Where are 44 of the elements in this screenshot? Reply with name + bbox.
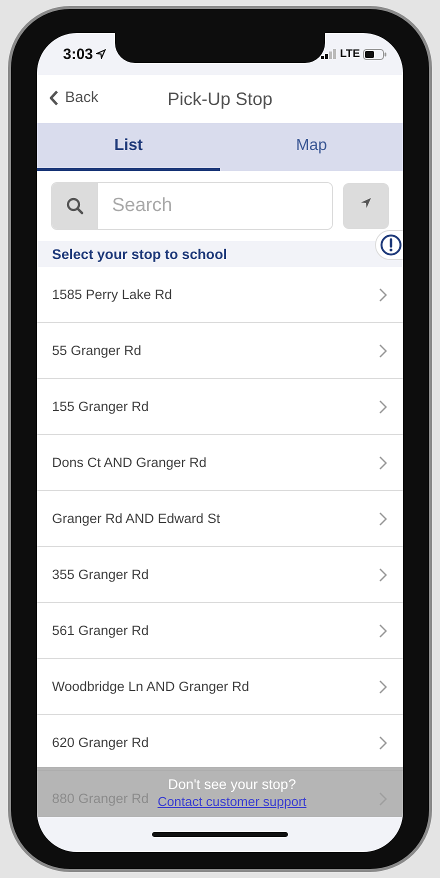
chevron-right-icon bbox=[379, 288, 387, 302]
battery-icon bbox=[363, 48, 387, 60]
chevron-right-icon bbox=[379, 568, 387, 582]
stop-row[interactable]: 155 Granger Rd bbox=[37, 379, 403, 435]
alert-button[interactable] bbox=[375, 230, 403, 260]
back-button[interactable]: Back bbox=[47, 87, 100, 108]
chevron-right-icon bbox=[379, 680, 387, 694]
stop-row[interactable]: Granger Rd AND Edward St bbox=[37, 491, 403, 547]
location-arrow-icon bbox=[360, 197, 372, 209]
location-arrow-icon bbox=[96, 49, 106, 59]
screen-title: Pick-Up Stop bbox=[167, 88, 273, 110]
stop-name: 1585 Perry Lake Rd bbox=[52, 287, 172, 302]
stop-row[interactable]: 1585 Perry Lake Rd bbox=[37, 267, 403, 323]
stop-row[interactable]: Woodbridge Ln AND Granger Rd bbox=[37, 659, 403, 715]
stop-row[interactable]: 355 Granger Rd bbox=[37, 547, 403, 603]
chevron-right-icon bbox=[379, 344, 387, 358]
support-question: Don't see your stop? bbox=[168, 776, 296, 792]
chevron-right-icon bbox=[379, 624, 387, 638]
stop-name: Woodbridge Ln AND Granger Rd bbox=[52, 679, 250, 694]
signal-icon bbox=[321, 49, 338, 59]
chevron-right-icon bbox=[379, 456, 387, 470]
stop-name: 620 Granger Rd bbox=[52, 735, 149, 750]
stop-name: Dons Ct AND Granger Rd bbox=[52, 455, 207, 470]
stop-name: Granger Rd AND Edward St bbox=[52, 511, 220, 526]
stop-name: 55 Granger Rd bbox=[52, 343, 142, 358]
stop-name: 155 Granger Rd bbox=[52, 399, 149, 414]
stop-row[interactable]: 561 Granger Rd bbox=[37, 603, 403, 659]
chevron-right-icon bbox=[379, 512, 387, 526]
tab[interactable]: Map bbox=[220, 123, 403, 171]
chevron-right-icon bbox=[379, 400, 387, 414]
stop-name: 561 Granger Rd bbox=[52, 623, 149, 638]
stop-name: 355 Granger Rd bbox=[52, 567, 149, 582]
network-label: LTE bbox=[340, 48, 360, 60]
search-icon bbox=[66, 197, 84, 215]
stop-row[interactable]: 55 Granger Rd bbox=[37, 323, 403, 379]
alert-icon bbox=[380, 234, 402, 256]
search-button[interactable] bbox=[52, 183, 98, 229]
stop-row[interactable]: Dons Ct AND Granger Rd bbox=[37, 435, 403, 491]
support-link[interactable]: Contact customer support bbox=[158, 794, 306, 808]
search-field[interactable]: Search bbox=[51, 182, 333, 230]
section-header: Select your stop to school bbox=[52, 246, 228, 262]
chevron-right-icon bbox=[379, 736, 387, 750]
status-time: 3:03 bbox=[63, 46, 94, 62]
chevron-left-icon bbox=[49, 90, 59, 106]
